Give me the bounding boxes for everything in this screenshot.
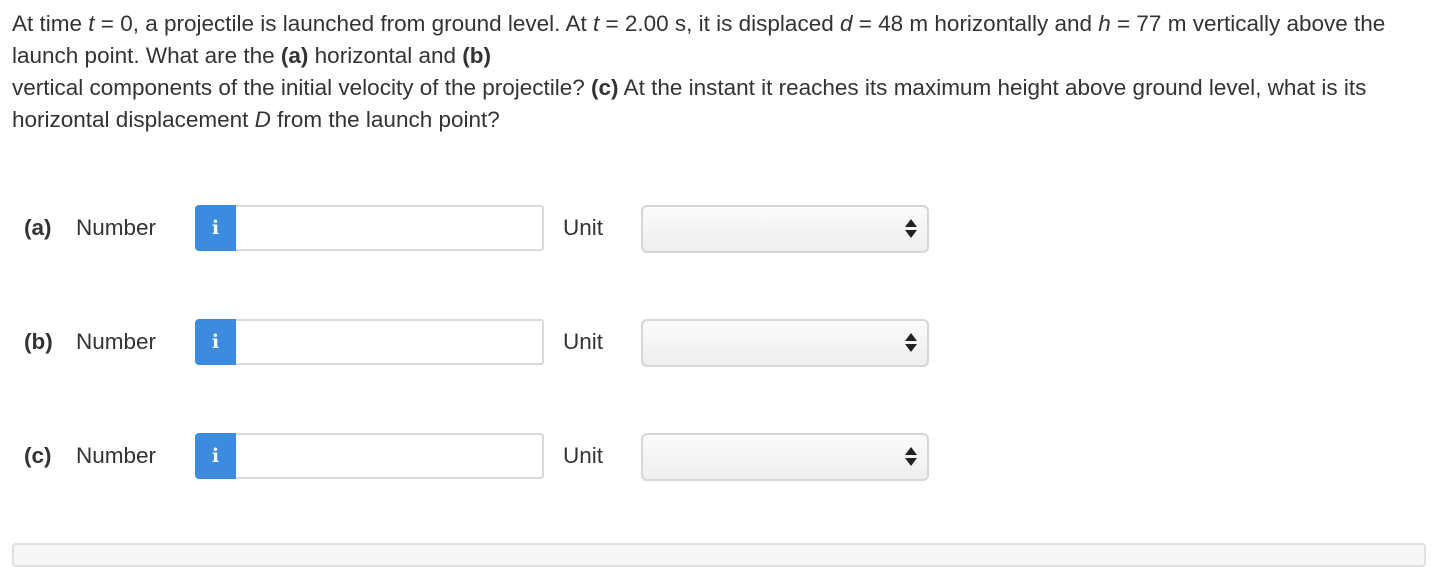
number-input-c[interactable]	[236, 433, 544, 479]
part-a-marker: (a)	[280, 43, 309, 68]
number-label: Number	[76, 215, 157, 240]
question-segment: = 2.00 s, it is displaced	[599, 11, 840, 36]
question-segment: = 48 m horizontally and	[852, 11, 1099, 36]
info-icon[interactable]: i	[195, 319, 236, 365]
part-c-marker: (c)	[591, 75, 619, 100]
variable-D: D	[254, 107, 271, 132]
part-label: (b)	[24, 329, 53, 354]
info-icon[interactable]: i	[195, 205, 236, 251]
part-label: (c)	[24, 443, 52, 468]
part-b-marker: (b)	[462, 43, 492, 68]
unit-select-c[interactable]	[641, 433, 929, 481]
number-input-b[interactable]	[236, 319, 544, 365]
up-down-arrows-icon	[905, 447, 917, 467]
number-input-a[interactable]	[236, 205, 544, 251]
number-label: Number	[76, 329, 157, 354]
answer-row-a: (a) Number i Unit	[0, 203, 1432, 255]
question-segment: At time	[12, 11, 89, 36]
info-icon[interactable]: i	[195, 433, 236, 479]
up-down-arrows-icon	[905, 219, 917, 239]
next-section-panel	[12, 543, 1426, 567]
question-text: At time t = 0, a projectile is launched …	[12, 8, 1424, 136]
variable-h: h	[1098, 11, 1111, 36]
variable-d: d	[839, 11, 853, 36]
unit-label: Unit	[563, 329, 604, 354]
number-label: Number	[76, 443, 157, 468]
question-segment: from the launch point?	[270, 107, 500, 132]
unit-select-a[interactable]	[641, 205, 929, 253]
answer-row-c: (c) Number i Unit	[0, 431, 1432, 483]
question-segment: vertical components of the initial veloc…	[12, 75, 592, 100]
question-segment: = 0, a projectile is launched from groun…	[94, 11, 593, 36]
part-label: (a)	[24, 215, 52, 240]
unit-label: Unit	[563, 215, 604, 240]
unit-select-b[interactable]	[641, 319, 929, 367]
answer-row-b: (b) Number i Unit	[0, 317, 1432, 369]
question-segment: horizontal and	[308, 43, 463, 68]
unit-label: Unit	[563, 443, 604, 468]
up-down-arrows-icon	[905, 333, 917, 353]
